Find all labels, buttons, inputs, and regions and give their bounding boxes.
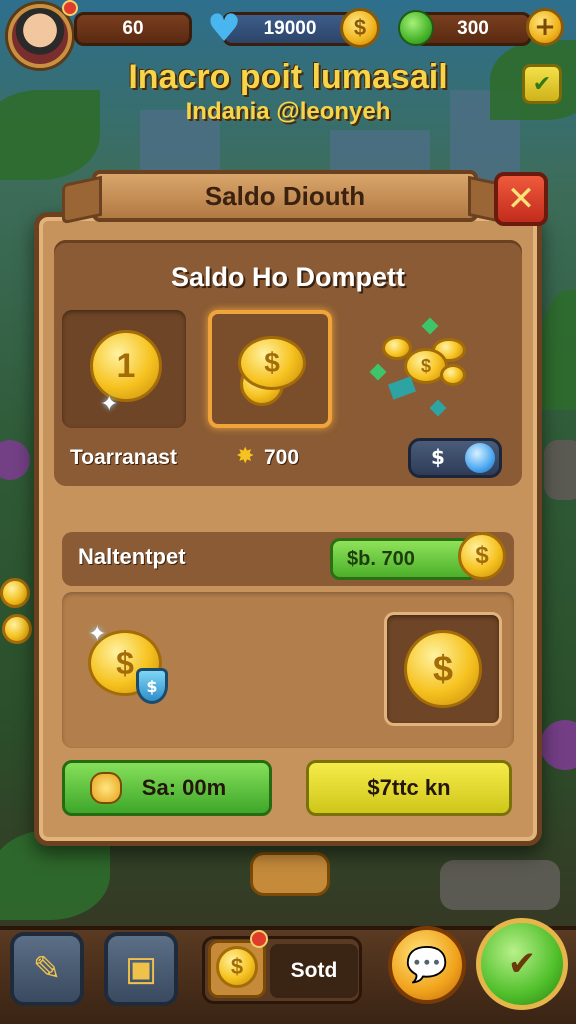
pickaxe-tool-button[interactable]: ✎	[10, 932, 84, 1006]
wallet-amount-pill[interactable]: $b. 700	[330, 538, 478, 580]
sparkle-icon: ✦	[88, 622, 107, 647]
wallet-amount: $b. 700	[347, 547, 415, 570]
background-leaf	[540, 290, 576, 410]
coin-pile-icon	[440, 364, 466, 386]
heart-icon: ♥	[206, 6, 242, 50]
lives-counter: 60	[74, 12, 192, 46]
sparkle-icon: ✦	[100, 392, 119, 417]
shield-badge-icon: $	[136, 668, 168, 704]
dialog-header: Saldo Diouth	[92, 170, 478, 222]
shop-label: Sotd	[270, 944, 358, 998]
badge-burst-icon	[90, 772, 122, 804]
add-currency-button[interactable]: +	[526, 8, 564, 46]
lives-value: 60	[122, 18, 144, 39]
gem-icon	[398, 10, 434, 46]
shop-notification-dot	[250, 930, 268, 948]
dollar-coin-icon: $	[458, 532, 506, 580]
chat-button[interactable]: 💬	[388, 926, 466, 1004]
dollar-icon: $	[431, 445, 445, 469]
transaction-label: Toarranast	[70, 446, 177, 469]
game-title: Inacro poit lumasail	[128, 58, 448, 96]
close-button[interactable]: ✕	[494, 172, 548, 226]
background-rock	[544, 440, 576, 500]
deposit-button[interactable]: $7ttc kn	[306, 760, 512, 816]
background-flower	[540, 720, 576, 770]
wallet-label: Naltentpet	[78, 544, 186, 569]
background-flower	[0, 440, 30, 480]
top-hud: 60 19000 ♥ $ 300 +	[0, 0, 576, 68]
map-tool-button[interactable]: ▣	[104, 932, 178, 1006]
transaction-value: 700	[264, 446, 300, 469]
withdraw-button-label: Sa: 00m	[141, 775, 227, 800]
background-coin	[0, 578, 30, 608]
background-crate	[250, 852, 330, 896]
deposit-button-label: $7ttc kn	[367, 775, 451, 800]
dollar-coin-icon: $	[404, 630, 482, 708]
dollar-coin-icon: $	[216, 946, 258, 988]
gem-value: 300	[457, 18, 489, 39]
game-subtitle: Indania @leonyeh	[185, 98, 391, 125]
gold-counter: 19000	[222, 12, 358, 46]
quest-check-button[interactable]: ✔	[522, 64, 562, 104]
avatar-notification-dot	[62, 0, 78, 16]
confirm-button[interactable]: ✔	[476, 918, 568, 1010]
coin-stack-icon: $	[238, 336, 306, 390]
background-coin	[2, 614, 32, 644]
background-rock	[440, 860, 560, 910]
star-icon: ✸	[236, 444, 255, 469]
gold-value: 19000	[263, 18, 317, 39]
toggle-knob	[465, 443, 495, 473]
currency-toggle[interactable]: $	[408, 438, 502, 478]
panel-title: Saldo Ho Dompett	[171, 262, 405, 292]
gold-coin-icon: $	[340, 8, 380, 48]
